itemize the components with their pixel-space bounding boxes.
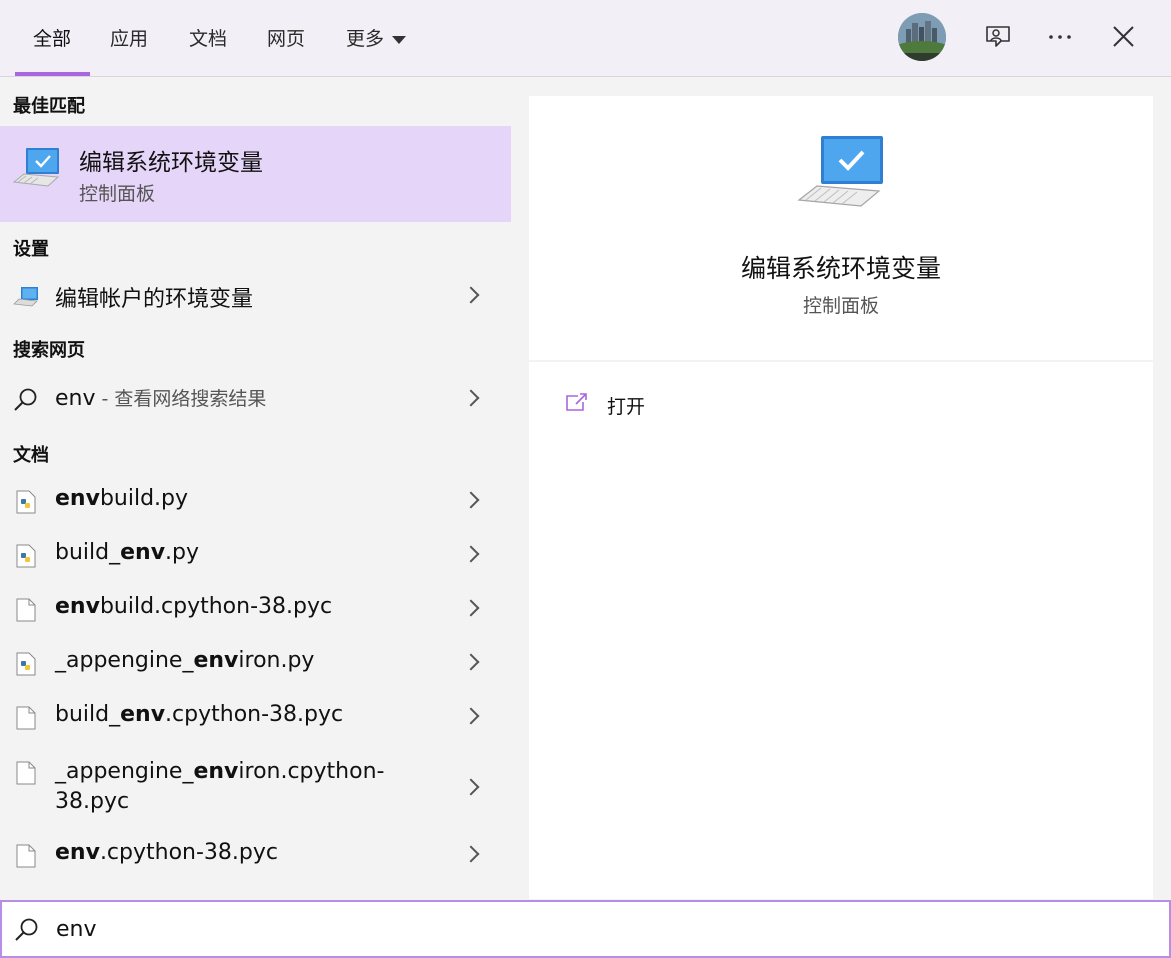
python-file-icon — [16, 652, 36, 676]
avatar[interactable] — [898, 13, 946, 61]
chevron-right-icon[interactable] — [462, 286, 480, 304]
document-name: envbuild.py — [55, 486, 189, 511]
chevron-right-icon[interactable] — [462, 491, 480, 509]
preview-actions: 打开 — [529, 362, 1153, 899]
tab-web[interactable]: 网页 — [267, 24, 305, 52]
best-match-item[interactable]: 编辑系统环境变量 控制面板 — [0, 126, 511, 222]
document-name: envbuild.cpython-38.pyc — [55, 594, 333, 619]
preview-subtitle: 控制面板 — [802, 295, 879, 317]
city-photo-icon — [898, 13, 946, 61]
best-match-title: 编辑系统环境变量 — [79, 150, 263, 176]
open-icon — [566, 393, 587, 411]
section-best-match: 最佳匹配 — [13, 96, 85, 117]
results-list: 最佳匹配 编辑系统环境变量 控制面板 设置 编辑帐户的环境变量 搜索网页 env… — [0, 77, 512, 899]
document-name: build_env.py — [55, 540, 200, 565]
web-search-item[interactable]: env - 查看网络搜索结果 — [0, 375, 511, 425]
file-icon — [16, 761, 36, 785]
active-tab-indicator — [15, 72, 90, 76]
search-input[interactable] — [56, 912, 1056, 946]
document-name: env.cpython-38.pyc — [55, 840, 278, 865]
feedback-icon[interactable] — [983, 22, 1013, 52]
tab-documents[interactable]: 文档 — [189, 24, 227, 52]
monitor-settings-icon — [13, 287, 38, 307]
file-icon — [16, 598, 36, 622]
document-name: _appengine_environ.cpython- — [55, 759, 385, 784]
preview-header: 编辑系统环境变量 控制面板 — [529, 96, 1153, 360]
close-icon[interactable] — [1109, 22, 1139, 52]
settings-item-label: 编辑帐户的环境变量 — [55, 287, 254, 312]
settings-item[interactable]: 编辑帐户的环境变量 — [0, 272, 511, 322]
python-file-icon — [16, 544, 36, 568]
best-match-subtitle: 控制面板 — [79, 183, 156, 205]
preview-title: 编辑系统环境变量 — [740, 254, 941, 283]
tab-all[interactable]: 全部 — [33, 24, 71, 52]
file-icon — [16, 706, 36, 730]
tab-more[interactable]: 更多 — [346, 24, 407, 52]
document-name-line2: 38.pyc — [55, 789, 130, 814]
document-item[interactable]: build_env.py — [0, 531, 511, 581]
search-bar — [0, 900, 1171, 958]
tab-apps[interactable]: 应用 — [110, 24, 148, 52]
chevron-right-icon[interactable] — [462, 653, 480, 671]
more-options-icon[interactable] — [1046, 22, 1076, 52]
monitor-check-icon — [797, 136, 883, 207]
section-web: 搜索网页 — [13, 340, 85, 361]
chevron-right-icon[interactable] — [462, 389, 480, 407]
web-search-suffix: - 查看网络搜索结果 — [95, 388, 267, 410]
section-documents: 文档 — [13, 445, 49, 466]
chevron-right-icon[interactable] — [462, 599, 480, 617]
section-settings: 设置 — [13, 239, 49, 260]
document-item[interactable]: _appengine_environ.py — [0, 639, 511, 689]
chevron-right-icon[interactable] — [462, 545, 480, 563]
web-search-query: env — [55, 386, 96, 411]
chevron-right-icon[interactable] — [462, 778, 480, 796]
document-name: _appengine_environ.py — [55, 648, 315, 673]
top-bar: 全部 应用 文档 网页 更多 — [0, 0, 1171, 77]
chevron-down-icon — [392, 35, 407, 44]
document-item[interactable]: _appengine_environ.cpython- 38.pyc — [0, 749, 511, 825]
tab-more-label: 更多 — [346, 28, 385, 50]
web-search-label: env - 查看网络搜索结果 — [55, 384, 266, 411]
python-file-icon — [16, 490, 36, 514]
chevron-right-icon[interactable] — [462, 707, 480, 725]
file-icon — [16, 844, 36, 868]
monitor-check-icon — [12, 148, 60, 187]
search-icon — [14, 388, 37, 411]
open-action-label: 打开 — [607, 396, 646, 418]
chevron-right-icon[interactable] — [462, 845, 480, 863]
open-action[interactable]: 打开 — [563, 390, 763, 420]
document-item[interactable]: envbuild.cpython-38.pyc — [0, 585, 511, 635]
document-name: build_env.cpython-38.pyc — [55, 702, 344, 727]
document-item[interactable]: envbuild.py — [0, 477, 511, 527]
document-item[interactable]: build_env.cpython-38.pyc — [0, 693, 511, 743]
search-icon — [15, 918, 38, 941]
document-item[interactable]: env.cpython-38.pyc — [0, 831, 511, 881]
